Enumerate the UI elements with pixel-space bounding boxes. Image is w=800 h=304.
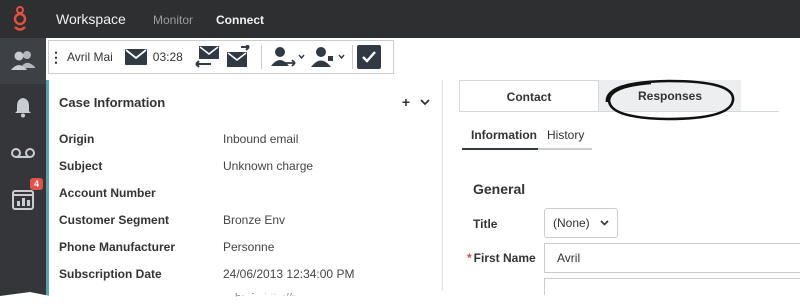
first-name-field-label: * First Name [467, 251, 536, 265]
app-title: Workspace [56, 11, 126, 27]
nav-connect[interactable]: Connect [216, 13, 264, 27]
reply-email-icon[interactable] [193, 41, 221, 73]
rail-contacts[interactable] [0, 38, 46, 84]
checkmark-icon [361, 51, 376, 63]
case-row-value: Unknown charge [223, 159, 314, 173]
section-title-general: General [473, 181, 526, 197]
case-row-value: Bronze Env [223, 213, 286, 227]
first-name-value: Avril [557, 251, 581, 265]
chevron-down-icon [600, 220, 609, 226]
left-rail: 4 [0, 38, 46, 304]
case-information-title: Case Information [59, 95, 166, 110]
case-row-value: 24/06/2013 12:34:00 PM [223, 267, 355, 281]
toolbar-divider [351, 45, 353, 69]
case-row-label: Subject [59, 159, 103, 173]
case-actions: + [402, 94, 430, 110]
bell-icon [15, 98, 31, 118]
torn-edge-decoration [0, 290, 800, 304]
add-icon[interactable]: + [402, 94, 410, 110]
genesys-logo-icon[interactable] [10, 5, 30, 33]
mark-done-button[interactable] [356, 45, 381, 69]
consult-icon[interactable] [310, 41, 346, 73]
tab-contact[interactable]: Contact [459, 80, 599, 112]
subtab-information[interactable]: Information [471, 128, 537, 142]
case-row-value: Personne [223, 240, 275, 254]
first-name-field[interactable]: Avril [544, 243, 800, 273]
rail-statistics[interactable]: 4 [0, 176, 46, 222]
party-name: Avril Mai [67, 50, 113, 64]
top-bar: Workspace Monitor Connect [0, 0, 800, 38]
title-select[interactable]: (None) [544, 208, 618, 238]
required-marker: * [467, 251, 472, 265]
toolbar-divider [260, 45, 262, 69]
case-row-label: Account Number [59, 186, 156, 200]
title-field-label: Title [473, 217, 498, 231]
subtab-history[interactable]: History [547, 128, 584, 142]
nav-monitor[interactable]: Monitor [153, 13, 193, 27]
case-information-panel: Case Information + Origin Inbound email … [46, 80, 442, 304]
voicemail-icon [11, 148, 35, 158]
transfer-icon[interactable] [270, 41, 306, 73]
contacts-icon [11, 51, 35, 70]
contact-panel: Contact Responses Information History Ge… [443, 79, 800, 304]
rail-voicemail[interactable] [0, 130, 46, 176]
case-row-label: Subscription Date [59, 267, 162, 281]
interaction-timer: 03:28 [152, 50, 183, 64]
title-select-value: (None) [553, 216, 590, 230]
case-row-value: Inbound email [223, 132, 299, 146]
more-options-icon[interactable]: ⋮ [49, 50, 63, 64]
case-row-label: Customer Segment [59, 213, 170, 227]
subtab-active-indicator [462, 148, 538, 150]
notification-badge: 4 [30, 178, 44, 190]
highlight-circle-annotation [605, 79, 735, 121]
statistics-icon [12, 190, 34, 210]
email-icon [124, 41, 147, 73]
chevron-down-icon[interactable] [420, 98, 430, 106]
first-name-label-text: First Name [473, 251, 536, 265]
rail-notifications[interactable] [0, 84, 46, 130]
forward-email-icon[interactable] [225, 41, 253, 73]
case-row-label: Phone Manufacturer [59, 240, 176, 254]
interaction-toolbar: ⋮ Avril Mai 03:28 [48, 40, 394, 74]
case-row-label: Origin [59, 132, 95, 146]
